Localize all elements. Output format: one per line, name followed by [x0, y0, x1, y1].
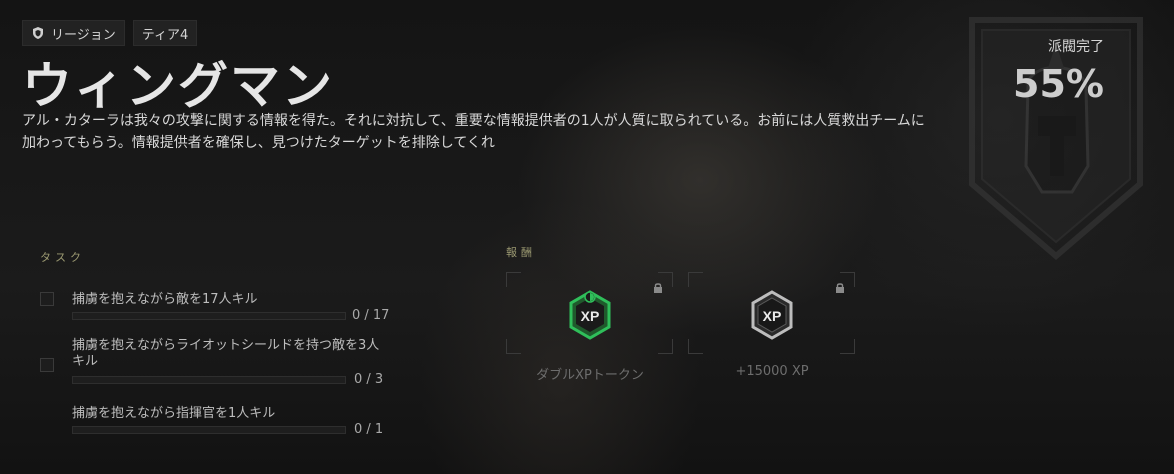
svg-text:XP: XP: [762, 308, 781, 324]
shield-icon: [33, 27, 43, 39]
reward-label-double-xp: ダブルXPトークン: [536, 368, 644, 383]
tasks-section-label: タスク: [40, 251, 85, 264]
task-progress-bar: [72, 426, 346, 434]
double-xp-token-icon: XP: [569, 290, 610, 340]
mission-title: ウィングマン: [22, 57, 334, 115]
task-checkbox: [40, 292, 54, 306]
xp-icon: XP: [751, 290, 792, 340]
reward-label-xp: +15000 XP: [735, 364, 809, 379]
tier-chip: ティア4: [132, 20, 198, 46]
reward-card-xp[interactable]: XP: [688, 272, 855, 354]
lock-icon: [654, 283, 662, 293]
task-progress-bar: [72, 376, 346, 384]
task-text: 捕虜を抱えながらライオットシールドを持つ敵を3人キル: [72, 338, 380, 369]
task-count: 0 / 1: [354, 422, 384, 437]
mission-description: アル・カターラは我々の攻撃に関する情報を得た。それに対抗して、重要な情報提供者の…: [22, 113, 925, 151]
rewards-section-label: 報酬: [506, 246, 536, 259]
faction-complete-label: 派閥完了: [1048, 39, 1104, 55]
svg-text:XP: XP: [580, 308, 599, 324]
lock-icon: [836, 283, 844, 293]
task-item[interactable]: 捕虜を抱えながら指揮官を1人キル 0 / 1: [40, 384, 400, 444]
task-text: 捕虜を抱えながら敵を17人キル: [72, 292, 258, 307]
task-progress-bar: [72, 312, 346, 320]
header-tags: リージョン ティア4: [22, 20, 198, 46]
faction-complete-value: 55%: [1013, 62, 1104, 106]
task-checkbox: [40, 358, 54, 372]
legion-chip: リージョン: [22, 20, 125, 46]
legion-label: リージョン: [51, 27, 116, 43]
task-list: 捕虜を抱えながら敵を17人キル 0 / 17 捕虜を抱えながらライオットシールド…: [40, 276, 400, 444]
task-text: 捕虜を抱えながら指揮官を1人キル: [72, 406, 276, 421]
reward-card-double-xp[interactable]: XP: [506, 272, 673, 354]
task-item[interactable]: 捕虜を抱えながらライオットシールドを持つ敵を3人キル 0 / 3: [40, 320, 400, 387]
tier-label: ティア4: [141, 27, 189, 43]
task-item[interactable]: 捕虜を抱えながら敵を17人キル 0 / 17: [40, 276, 400, 323]
